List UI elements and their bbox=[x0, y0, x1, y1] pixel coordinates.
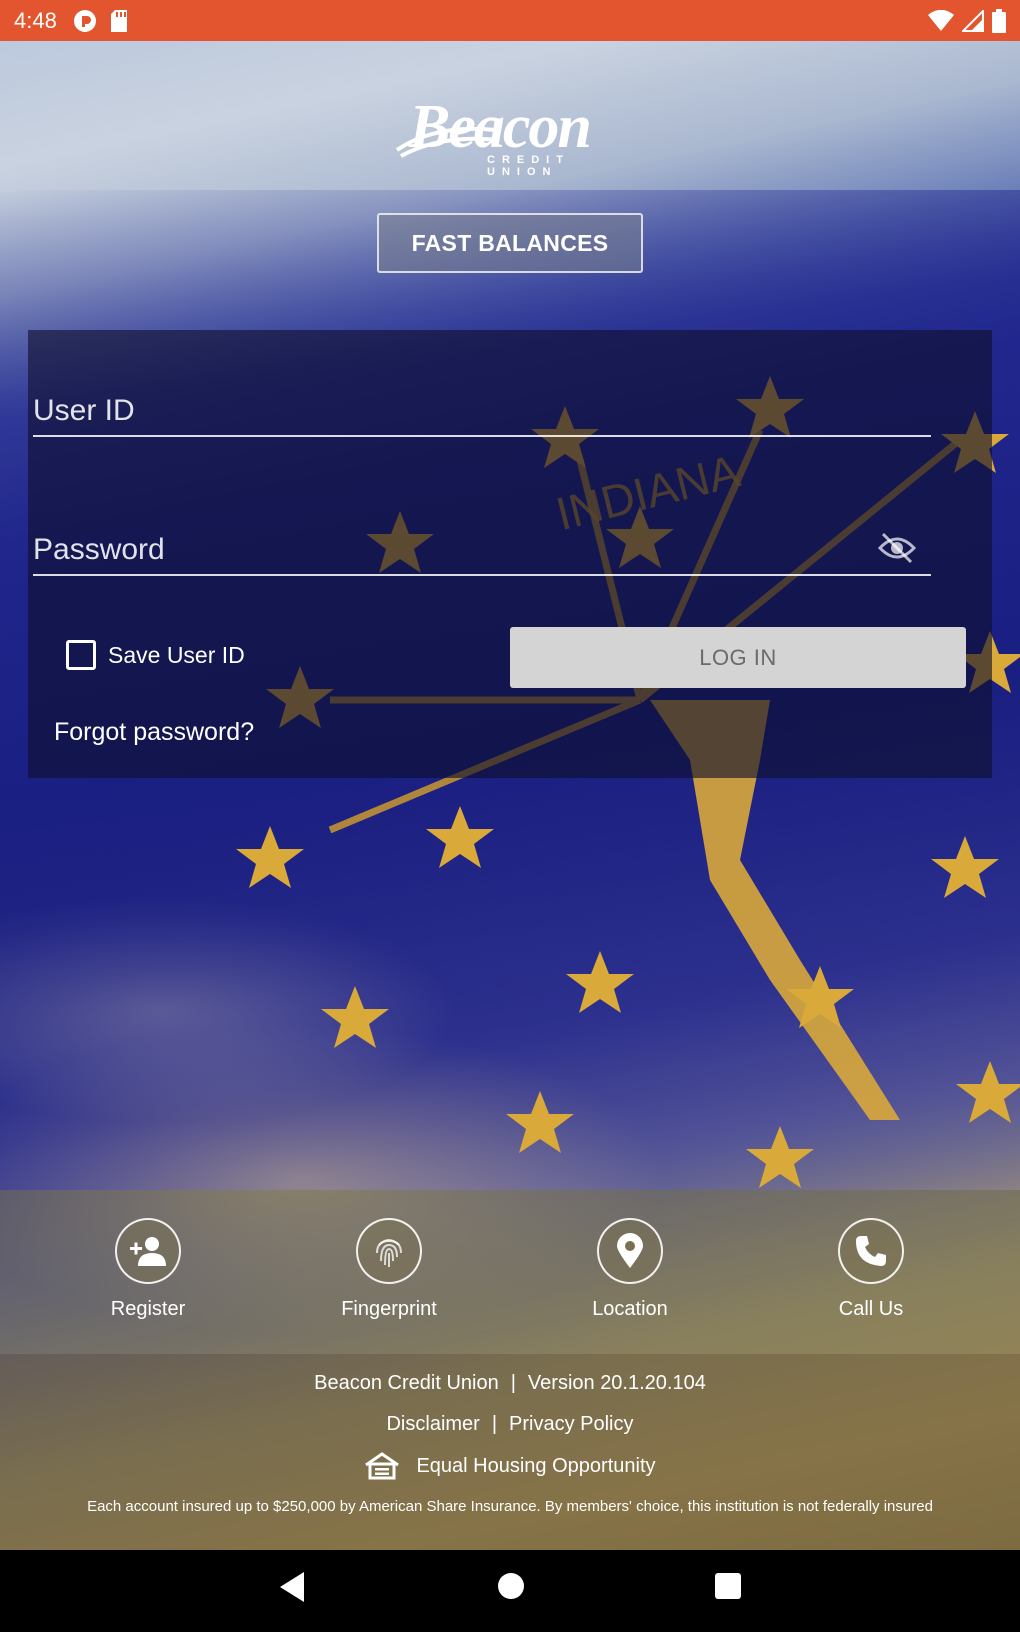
fingerprint-button[interactable] bbox=[356, 1218, 422, 1284]
footer-info-line: Beacon Credit Union | Version 20.1.20.104 bbox=[0, 1372, 1020, 1395]
back-icon[interactable] bbox=[276, 1570, 306, 1604]
logo-wordmark: Beacon bbox=[409, 93, 592, 161]
save-user-id-row: Save User ID bbox=[66, 640, 245, 670]
wifi-icon bbox=[928, 9, 954, 31]
pocket-casts-icon bbox=[73, 9, 96, 32]
call-us-label: Call Us bbox=[838, 1298, 904, 1320]
register-action[interactable]: Register bbox=[68, 1218, 228, 1321]
forgot-password-link[interactable]: Forgot password? bbox=[54, 718, 254, 747]
equal-housing-text: Equal Housing Opportunity bbox=[416, 1454, 656, 1477]
user-id-input[interactable] bbox=[33, 375, 931, 435]
version-text: Version 20.1.20.104 bbox=[527, 1372, 706, 1394]
fingerprint-action[interactable]: Fingerprint bbox=[309, 1218, 469, 1321]
location-pin-icon bbox=[617, 1233, 643, 1268]
phone-icon bbox=[856, 1236, 886, 1266]
location-button[interactable] bbox=[597, 1218, 663, 1284]
battery-icon bbox=[992, 8, 1006, 33]
equal-housing-row: Equal Housing Opportunity bbox=[0, 1452, 1020, 1480]
sd-card-icon bbox=[110, 9, 127, 32]
person-add-icon bbox=[130, 1237, 166, 1266]
fingerprint-icon bbox=[376, 1239, 402, 1267]
login-button[interactable]: LOG IN bbox=[510, 627, 966, 688]
password-input[interactable] bbox=[33, 514, 931, 574]
separator: | bbox=[491, 1413, 498, 1435]
location-action[interactable]: Location bbox=[550, 1218, 710, 1321]
privacy-policy-link[interactable]: Privacy Policy bbox=[509, 1413, 633, 1435]
fingerprint-label: Fingerprint bbox=[341, 1298, 437, 1320]
save-user-id-label: Save User ID bbox=[108, 641, 245, 668]
register-label: Register bbox=[110, 1298, 186, 1320]
signal-icon bbox=[962, 9, 984, 32]
beacon-logo: Beacon CREDIT UNION bbox=[395, 92, 625, 178]
separator: | bbox=[510, 1372, 516, 1394]
logo-subtitle: CREDIT UNION bbox=[487, 154, 570, 178]
save-user-id-checkbox[interactable] bbox=[66, 640, 96, 670]
location-label: Location bbox=[592, 1298, 668, 1320]
status-time: 4:48 bbox=[14, 7, 57, 33]
password-field bbox=[33, 514, 931, 576]
org-name: Beacon Credit Union bbox=[314, 1372, 499, 1394]
status-bar: 4:48 bbox=[0, 0, 1020, 41]
home-icon[interactable] bbox=[497, 1572, 525, 1600]
insurance-disclaimer: Each account insured up to $250,000 by A… bbox=[87, 1498, 933, 1515]
recents-icon[interactable] bbox=[714, 1572, 742, 1600]
user-id-field bbox=[33, 375, 931, 437]
call-us-button[interactable] bbox=[838, 1218, 904, 1284]
navigation-bar bbox=[0, 1550, 1020, 1632]
eye-off-icon[interactable] bbox=[877, 532, 917, 564]
register-button[interactable] bbox=[115, 1218, 181, 1284]
equal-housing-icon bbox=[365, 1452, 400, 1480]
call-us-action[interactable]: Call Us bbox=[791, 1218, 951, 1321]
footer-links-line: Disclaimer | Privacy Policy bbox=[0, 1413, 1020, 1436]
fast-balances-button[interactable]: FAST BALANCES bbox=[377, 213, 643, 273]
disclaimer-link[interactable]: Disclaimer bbox=[386, 1413, 479, 1435]
